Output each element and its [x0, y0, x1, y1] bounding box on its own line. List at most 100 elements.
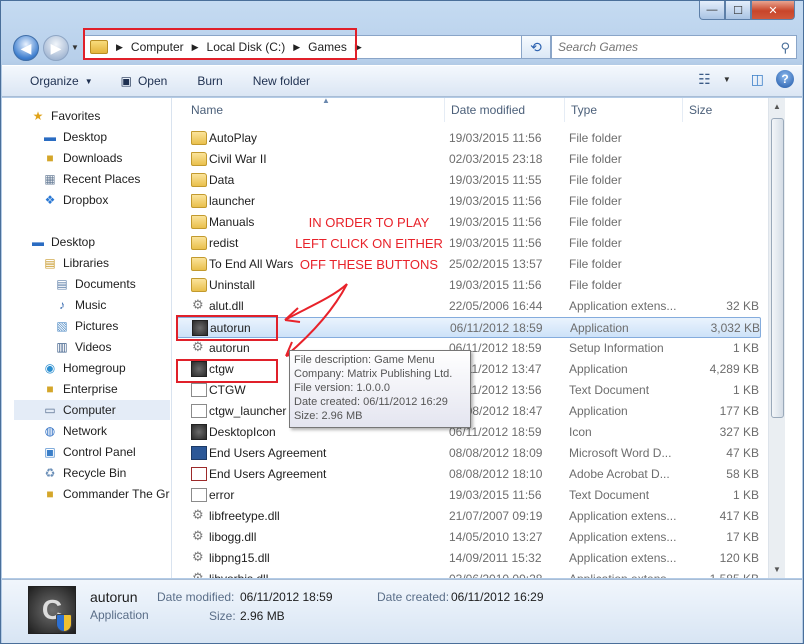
column-header-name[interactable]: Name ▲ — [185, 98, 445, 122]
scroll-thumb[interactable] — [771, 118, 784, 418]
column-header-size[interactable]: Size — [683, 98, 763, 122]
content-area: ★ Favorites ▬ Desktop ■ Downloads ▦ Rece… — [2, 98, 802, 578]
nav-favorite-downloads[interactable]: ■ Downloads — [42, 148, 171, 168]
nav-computer[interactable]: ▭ Computer — [14, 400, 170, 420]
file-row[interactable]: End Users Agreement 08/08/2012 18:10 Adobe… — [177, 464, 761, 485]
nav-commander[interactable]: ■ Commander The Gr — [42, 484, 171, 504]
file-date: 19/03/2015 11:56 — [449, 131, 542, 145]
file-row[interactable]: ⚙ libogg.dll 14/05/2010 13:27 Application e… — [177, 527, 761, 548]
chevron-right-icon[interactable]: ▶ — [116, 42, 123, 53]
pictures-icon: ▧ — [56, 319, 68, 333]
file-row[interactable]: ⚙ alut.dll 22/05/2006 16:44 Application ext… — [177, 296, 761, 317]
vertical-scrollbar[interactable]: ▲ ▼ — [768, 98, 785, 578]
file-type: Microsoft Word D... — [569, 446, 672, 460]
file-row[interactable]: AutoPlay 19/03/2015 11:56 File folder — [177, 128, 761, 149]
nav-favorite-dropbox[interactable]: ❖ Dropbox — [42, 190, 171, 210]
nav-enterprise[interactable]: ■ Enterprise — [42, 379, 171, 399]
breadcrumb-local-disk[interactable]: Local Disk (C:) — [207, 40, 286, 54]
scroll-down-arrow-icon[interactable]: ▼ — [769, 561, 785, 578]
new-folder-button[interactable]: New folder — [243, 69, 320, 93]
address-bar[interactable]: ▶ Computer ▶ Local Disk (C:) ▶ Games ▶ — [83, 35, 545, 59]
file-row[interactable]: launcher 19/03/2015 11:56 File folder — [177, 191, 761, 212]
nav-label: Computer — [63, 403, 116, 417]
organize-button[interactable]: Organize ▼ — [20, 69, 103, 93]
size-label: Size: — [209, 609, 236, 623]
file-row[interactable]: Data 19/03/2015 11:55 File folder — [177, 170, 761, 191]
nav-pictures[interactable]: ▧ Pictures — [54, 316, 171, 336]
file-row[interactable]: ⚙ libvorbis.dll03/06/2010 09:28Applicatio… — [177, 569, 761, 578]
file-row[interactable]: autorun 06/11/2012 18:59 Application 3,032 … — [177, 317, 761, 338]
nav-network[interactable]: ◍ Network — [42, 421, 171, 441]
back-button[interactable]: ◀ — [13, 35, 39, 61]
new-folder-label: New folder — [252, 74, 311, 88]
caption-buttons: — ☐ ✕ — [699, 1, 795, 21]
nav-music[interactable]: ♪ Music — [54, 295, 171, 315]
folder-icon — [191, 152, 207, 166]
nav-documents[interactable]: ▤ Documents — [54, 274, 171, 294]
documents-icon: ▤ — [56, 277, 68, 291]
file-row[interactable]: To End All Wars 25/02/2015 13:57 File fold… — [177, 254, 761, 275]
chevron-down-icon[interactable]: ▼ — [723, 75, 731, 84]
file-size: 32 KB — [726, 299, 759, 313]
help-button[interactable]: ? — [776, 70, 794, 88]
file-row[interactable]: Civil War II 02/03/2015 23:18 File folder — [177, 149, 761, 170]
doc-icon — [191, 488, 207, 502]
file-name: End Users Agreement — [209, 467, 327, 481]
minimize-button[interactable]: — — [699, 1, 725, 20]
burn-button[interactable]: Burn — [187, 69, 232, 93]
doc-icon — [191, 404, 207, 418]
folder-icon — [191, 131, 207, 145]
breadcrumb-computer[interactable]: Computer — [131, 40, 184, 54]
nav-homegroup[interactable]: ◉ Homegroup — [42, 358, 171, 378]
search-box[interactable]: ⚲ — [551, 35, 797, 59]
file-row[interactable]: ⚙ libpng15.dll 14/09/2011 15:32 Application… — [177, 548, 761, 569]
nav-control-panel[interactable]: ▣ Control Panel — [42, 442, 171, 462]
file-row[interactable]: ⚙ libfreetype.dll 21/07/2007 09:19 Applicat… — [177, 506, 761, 527]
search-input[interactable] — [552, 40, 762, 54]
file-row[interactable]: Manuals 19/03/2015 11:56 File folder — [177, 212, 761, 233]
nav-desktop[interactable]: ▬ Desktop — [30, 232, 171, 252]
file-type: Application — [569, 362, 628, 376]
maximize-button[interactable]: ☐ — [725, 1, 751, 20]
file-date: 19/03/2015 11:55 — [449, 173, 542, 187]
nav-favorite-desktop[interactable]: ▬ Desktop — [42, 127, 171, 147]
nav-recycle-bin[interactable]: ♻ Recycle Bin — [42, 463, 171, 483]
preview-pane-icon[interactable]: ◫ — [751, 71, 764, 88]
recent-pages-dropdown[interactable]: ▼ — [71, 43, 79, 52]
chevron-right-icon[interactable]: ▶ — [192, 42, 199, 53]
forward-button[interactable]: ▶ — [43, 35, 69, 61]
nav-label: Commander The Gr — [63, 487, 170, 501]
instruction-annotation: IN ORDER TO PLAY LEFT CLICK ON EITHER OF… — [284, 212, 454, 275]
nav-libraries[interactable]: ▤ Libraries — [42, 253, 171, 273]
nav-label: Dropbox — [63, 193, 109, 207]
close-button[interactable]: ✕ — [751, 1, 795, 20]
file-type: File folder — [569, 236, 622, 250]
file-date: 14/05/2010 13:27 — [449, 530, 543, 544]
nav-label: Desktop — [51, 235, 96, 249]
chevron-right-icon[interactable]: ▶ — [355, 42, 362, 53]
scroll-up-arrow-icon[interactable]: ▲ — [769, 98, 785, 115]
file-size: 1,585 KB — [685, 572, 759, 578]
nav-favorite-recent-places[interactable]: ▦ Recent Places — [42, 169, 171, 189]
nav-videos[interactable]: ▥ Videos — [54, 337, 171, 357]
file-row[interactable]: error 19/03/2015 11:56 Text Document 1 KB — [177, 485, 761, 506]
file-size: 3,032 KB — [710, 321, 760, 335]
view-options-icon[interactable]: ☷ — [698, 71, 711, 88]
file-row[interactable]: Uninstall 19/03/2015 11:56 File folder — [177, 275, 761, 296]
chevron-right-icon[interactable]: ▶ — [293, 42, 300, 53]
open-button[interactable]: ▣ Open — [111, 69, 178, 93]
file-name: launcher — [209, 194, 256, 208]
column-header-type[interactable]: Type — [565, 98, 683, 122]
breadcrumb-games[interactable]: Games — [308, 40, 347, 54]
file-type: File folder — [569, 257, 622, 271]
refresh-button[interactable]: ⟲ — [521, 35, 551, 59]
file-row[interactable]: redist 19/03/2015 11:56 File folder — [177, 233, 761, 254]
file-row[interactable]: End Users Agreement 08/08/2012 18:09 Micro… — [177, 443, 761, 464]
column-label: Name — [191, 103, 224, 117]
search-icon[interactable]: ⚲ — [780, 40, 790, 56]
nav-favorites[interactable]: ★ Favorites — [30, 106, 171, 126]
column-header-date[interactable]: Date modified — [445, 98, 565, 122]
gear-icon: ⚙ — [192, 528, 204, 543]
size-value: 2.96 MB — [240, 609, 285, 623]
file-date: 14/09/2011 15:32 — [449, 551, 542, 565]
